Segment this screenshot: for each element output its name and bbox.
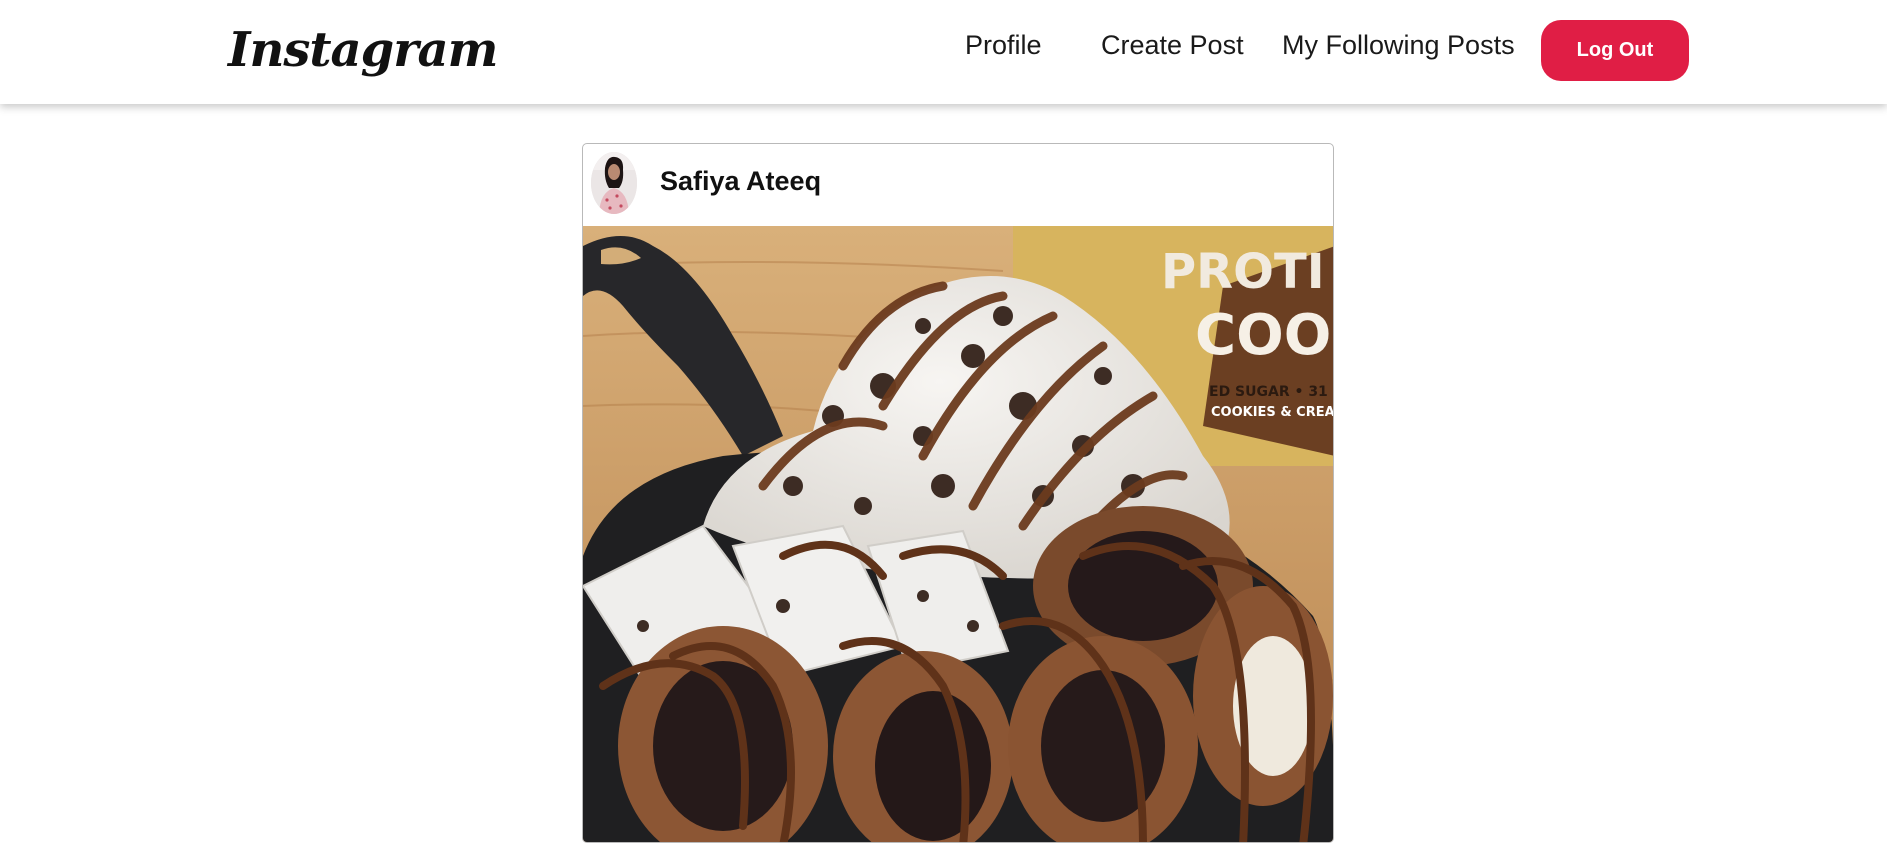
nav-create-post-link[interactable]: Create Post [1101, 30, 1244, 61]
nav-profile-link[interactable]: Profile [965, 30, 1042, 61]
top-navbar: Instagram Profile Create Post My Followi… [0, 0, 1887, 104]
packaging-text-3: ED SUGAR • 31 [1209, 384, 1328, 400]
logout-button[interactable]: Log Out [1541, 20, 1689, 81]
instagram-logo[interactable]: Instagram [228, 10, 498, 90]
post-card: Safiya Ateeq PROTI COO ED SUGAR • 31 COO… [582, 143, 1334, 843]
packaging-text-1: PROTI [1161, 244, 1325, 300]
packaging-text-4: COOKIES & CREAM [1211, 405, 1334, 420]
nav-following-posts-link[interactable]: My Following Posts [1282, 30, 1515, 61]
post-image[interactable]: PROTI COOKI ED SUGAR • 31 COOKIES & CREA… [583, 226, 1334, 843]
post-username[interactable]: Safiya Ateeq [660, 166, 821, 197]
avatar[interactable] [591, 152, 637, 214]
post-header: Safiya Ateeq [583, 144, 1333, 226]
user-avatar-icon [591, 152, 637, 214]
packaging-text-2: COOKI [1195, 303, 1334, 368]
